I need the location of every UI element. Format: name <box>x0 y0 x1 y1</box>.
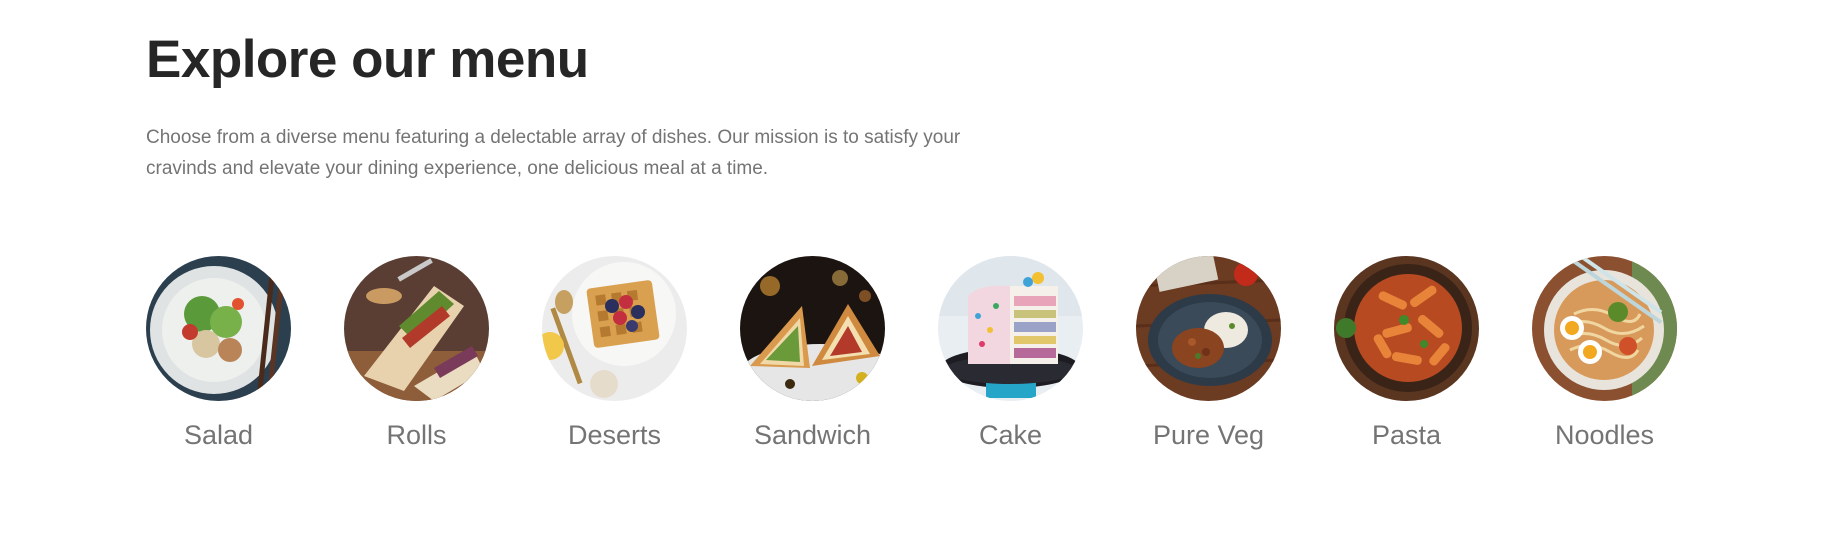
section-title: Explore our menu <box>146 30 589 89</box>
menu-item-salad[interactable]: Salad <box>146 256 291 451</box>
veg-curry-rice-image <box>1136 256 1281 401</box>
menu-item-label: Cake <box>978 420 1043 450</box>
sandwich-image <box>740 256 885 401</box>
menu-list: Salad Rolls Deserts Sandwich Cake Pure V… <box>146 256 1677 451</box>
menu-item-pure-veg[interactable]: Pure Veg <box>1136 256 1281 451</box>
menu-item-deserts[interactable]: Deserts <box>542 256 687 451</box>
menu-item-label: Deserts <box>567 420 662 450</box>
salad-bowl-image <box>146 256 291 401</box>
menu-item-sandwich[interactable]: Sandwich <box>740 256 885 451</box>
section-description: Choose from a diverse menu featuring a d… <box>146 127 961 179</box>
layered-cake-image <box>938 256 1083 401</box>
menu-item-label: Pure Veg <box>1152 420 1265 450</box>
menu-item-noodles[interactable]: Noodles <box>1532 256 1677 451</box>
menu-item-pasta[interactable]: Pasta <box>1334 256 1479 451</box>
menu-item-cake[interactable]: Cake <box>938 256 1083 451</box>
waffle-dessert-image <box>542 256 687 401</box>
explore-menu-section: Explore our menu Choose from a diverse m… <box>0 0 1829 535</box>
menu-item-label: Rolls <box>386 420 447 450</box>
menu-item-label: Noodles <box>1554 420 1655 450</box>
penne-pasta-image <box>1334 256 1479 401</box>
menu-item-label: Pasta <box>1371 420 1442 450</box>
menu-item-rolls[interactable]: Rolls <box>344 256 489 451</box>
menu-item-label: Sandwich <box>753 420 872 450</box>
menu-item-label: Salad <box>183 420 254 450</box>
wrap-rolls-image <box>344 256 489 401</box>
ramen-noodles-image <box>1532 256 1677 401</box>
